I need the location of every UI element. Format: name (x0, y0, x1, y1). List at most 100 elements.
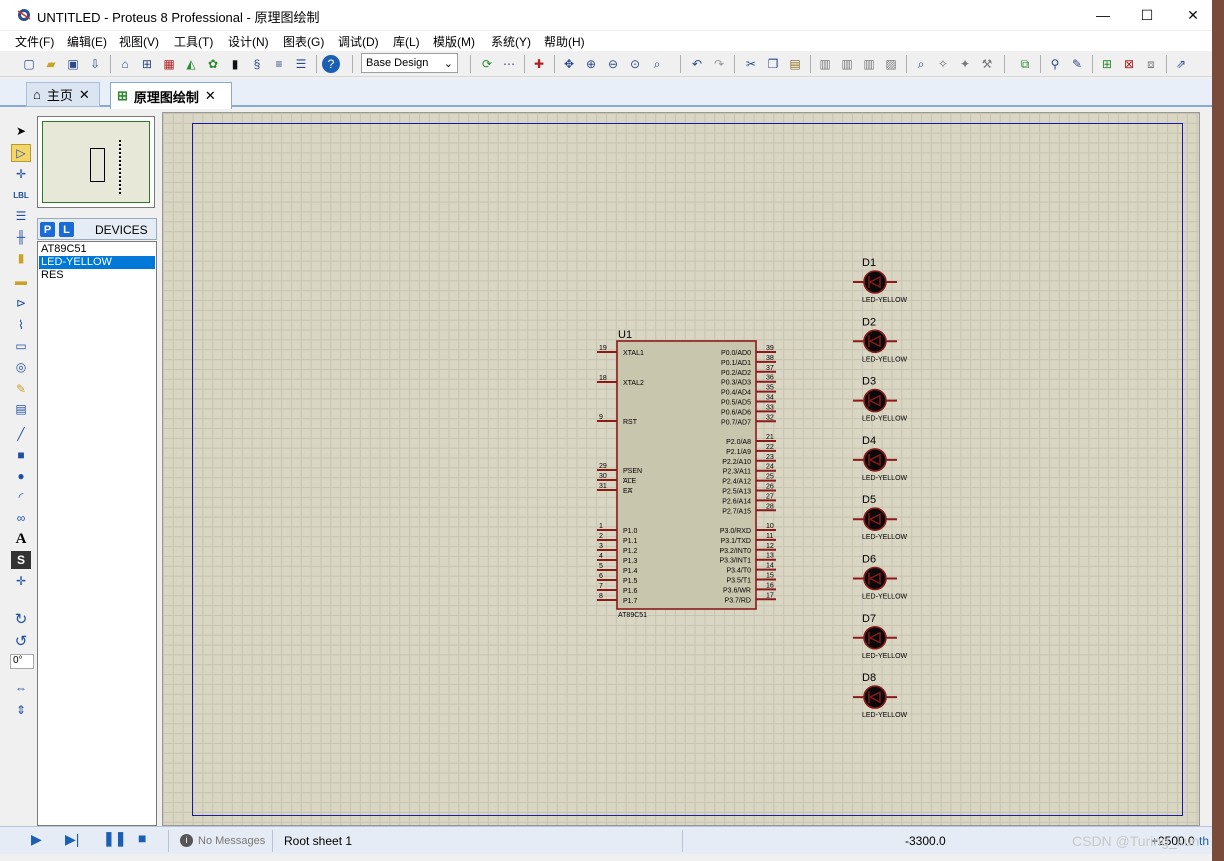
property-tool-icon[interactable]: ✎ (1068, 55, 1086, 73)
play-icon[interactable]: ▶ (31, 831, 42, 848)
generator-icon[interactable]: ◎ (11, 358, 31, 376)
component-mode-icon[interactable]: ▷ (11, 144, 31, 162)
new-file-icon[interactable]: ▢ (20, 55, 38, 73)
pick-devices-button[interactable]: P (40, 222, 55, 237)
redo-icon[interactable]: ↷ (710, 55, 728, 73)
box-tool-icon[interactable]: ■ (11, 446, 31, 464)
minimize-button[interactable]: — (1080, 0, 1126, 30)
import-icon[interactable]: ⇩ (86, 55, 104, 73)
graph-icon[interactable]: ⌇ (11, 316, 31, 334)
marker-tool-icon[interactable]: ✛ (11, 572, 31, 590)
pick-device-icon[interactable]: ⌕ (912, 55, 930, 73)
wire-label-icon[interactable]: LBL (11, 186, 31, 204)
menu-view[interactable]: 视图(V) (119, 33, 159, 50)
led-component[interactable]: D1 LED-YELLOW (853, 257, 908, 304)
led-component[interactable]: D3 LED-YELLOW (853, 376, 908, 423)
path-tool-icon[interactable]: ∞ (11, 509, 31, 527)
undo-icon[interactable]: ↶ (688, 55, 706, 73)
line-tool-icon[interactable]: ╱ (11, 425, 31, 443)
mirror-y-icon[interactable]: ⇕ (11, 701, 31, 719)
design-variant-select[interactable]: Base Design ⌄ (361, 53, 458, 73)
led-component[interactable]: D6 LED-YELLOW (853, 554, 908, 601)
tape-recorder-icon[interactable]: ▭ (11, 337, 31, 355)
search-icon[interactable]: ⚲ (1046, 55, 1064, 73)
tab-home[interactable]: ⌂ 主页 ✕ (26, 82, 100, 107)
menu-design[interactable]: 设计(N) (228, 33, 269, 50)
open-folder-icon[interactable]: ▰ (42, 55, 60, 73)
close-icon[interactable]: ✕ (205, 88, 216, 104)
pan-icon[interactable]: ✥ (560, 55, 578, 73)
save-icon[interactable]: ▣ (64, 55, 82, 73)
device-item-led-yellow[interactable]: LED-YELLOW (39, 256, 155, 269)
make-device-icon[interactable]: ✧ (934, 55, 952, 73)
menu-template[interactable]: 模版(M) (433, 33, 475, 50)
zoom-all-icon[interactable]: ⊙ (626, 55, 644, 73)
arc-tool-icon[interactable]: ◜ (11, 488, 31, 506)
device-pins-icon[interactable]: ⊳ (11, 294, 31, 312)
pcb-layout-icon[interactable]: ▦ (160, 55, 178, 73)
zoom-area-icon[interactable]: ⌕ (648, 55, 666, 73)
3d-viewer-icon[interactable]: ◭ (182, 55, 200, 73)
junction-dot-icon[interactable]: ✛ (11, 165, 31, 183)
led-component[interactable]: D7 LED-YELLOW (853, 613, 908, 660)
close-button[interactable]: ✕ (1170, 0, 1212, 30)
device-item-at89c51[interactable]: AT89C51 (39, 243, 155, 256)
gerber-icon[interactable]: ✿ (204, 55, 222, 73)
mirror-x-icon[interactable]: ⇔ (11, 679, 31, 697)
led-component[interactable]: D5 LED-YELLOW (853, 494, 908, 541)
export-icon[interactable]: ⇗ (1172, 55, 1190, 73)
bus-icon[interactable]: ╫ (11, 228, 31, 246)
symbol-tool-icon[interactable]: S (11, 551, 31, 569)
packaging-icon[interactable]: ✦ (956, 55, 974, 73)
block-rotate-icon[interactable]: ▥ (860, 55, 878, 73)
block-move-icon[interactable]: ▥ (838, 55, 856, 73)
voltage-probe-icon[interactable]: ✎ (11, 380, 31, 398)
home-icon[interactable]: ⌂ (116, 55, 134, 73)
circle-tool-icon[interactable]: ● (11, 467, 31, 485)
menu-tools[interactable]: 工具(T) (174, 33, 213, 50)
selection-mode-icon[interactable]: ➤ (11, 122, 31, 140)
help-icon[interactable]: ? (322, 55, 340, 73)
schematic-icon[interactable]: ⊞ (138, 55, 156, 73)
menu-graph[interactable]: 图表(G) (283, 33, 324, 50)
subcircuit-icon[interactable]: ▮ (11, 249, 31, 267)
origin-icon[interactable]: ✚ (530, 55, 548, 73)
copy-icon[interactable]: ❐ (764, 55, 782, 73)
maximize-button[interactable]: ☐ (1124, 0, 1170, 30)
rotate-anticlockwise-icon[interactable]: ↺ (11, 632, 31, 650)
menu-library[interactable]: 库(L) (393, 33, 420, 50)
close-icon[interactable]: ✕ (79, 87, 90, 103)
led-component[interactable]: D4 LED-YELLOW (853, 435, 908, 482)
new-sheet-icon[interactable]: ⊞ (1098, 55, 1116, 73)
zoom-out-icon[interactable]: ⊖ (604, 55, 622, 73)
design-explorer-icon[interactable]: ▮ (226, 55, 244, 73)
block-copy-icon[interactable]: ▥ (816, 55, 834, 73)
wire-autorouter-icon[interactable]: ⧉ (1016, 55, 1034, 73)
goto-sheet-icon[interactable]: ⧈ (1142, 55, 1160, 73)
decompose-icon[interactable]: ⚒ (978, 55, 996, 73)
menu-edit[interactable]: 编辑(E) (67, 33, 107, 50)
rotate-clockwise-icon[interactable]: ↻ (11, 610, 31, 628)
led-component[interactable]: D8 LED-YELLOW (853, 672, 908, 719)
led-component[interactable]: D2 LED-YELLOW (853, 316, 908, 363)
notes-icon[interactable]: ☰ (292, 55, 310, 73)
menu-file[interactable]: 文件(F) (15, 33, 54, 50)
messages-status[interactable]: No Messages (198, 835, 265, 847)
refresh-icon[interactable]: ⟳ (478, 55, 496, 73)
text-script-icon[interactable]: ☰ (11, 207, 31, 225)
menu-help[interactable]: 帮助(H) (544, 33, 585, 50)
tab-schematic[interactable]: ⊞ 原理图绘制 ✕ (110, 82, 232, 109)
step-icon[interactable]: ▶| (65, 831, 79, 848)
grid-icon[interactable]: ⋯ (500, 55, 518, 73)
device-item-res[interactable]: RES (39, 269, 155, 282)
menu-system[interactable]: 系统(Y) (491, 33, 531, 50)
menu-debug[interactable]: 调试(D) (338, 33, 379, 50)
text-tool-icon[interactable]: A (11, 530, 31, 548)
cut-icon[interactable]: ✂ (742, 55, 760, 73)
rotation-angle-field[interactable]: 0° (10, 654, 34, 669)
paste-icon[interactable]: ▤ (786, 55, 804, 73)
zoom-in-icon[interactable]: ⊕ (582, 55, 600, 73)
delete-sheet-icon[interactable]: ⊠ (1120, 55, 1138, 73)
stop-icon[interactable]: ■ (138, 830, 146, 846)
pause-icon[interactable]: ❚❚ (103, 830, 126, 847)
